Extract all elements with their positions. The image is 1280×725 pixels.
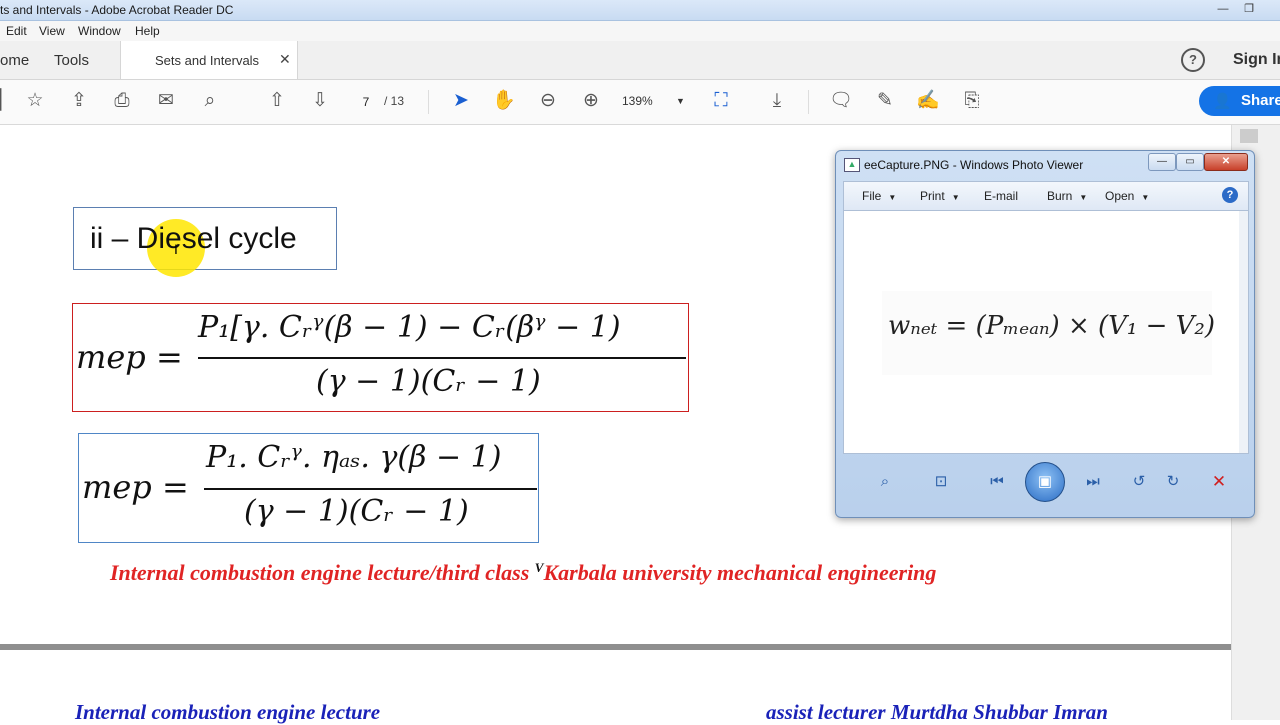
actual-size-icon[interactable]: ⊡: [929, 471, 953, 493]
tab-tools[interactable]: Tools: [54, 52, 89, 69]
next-page-title: Internal combustion engine lecture: [75, 700, 381, 724]
highlight-pen-icon[interactable]: ✎: [872, 88, 898, 114]
scroll-mode-icon[interactable]: ⤓: [764, 88, 790, 114]
zoom-icon[interactable]: ⌕: [873, 471, 897, 493]
tab-document[interactable]: Sets and Intervals ✕: [120, 41, 298, 79]
menu-edit[interactable]: Edit: [6, 24, 27, 38]
photo-scrollbar[interactable]: [1239, 211, 1248, 453]
photo-viewer-menu-bar: File ▼ Print ▼ E-mail Burn ▼ Open ▼ ?: [843, 181, 1249, 211]
rotate-right-icon[interactable]: ↻: [1161, 471, 1185, 493]
text-cursor-icon: I: [174, 241, 178, 257]
window-title: ts and Intervals - Adobe Acrobat Reader …: [0, 3, 234, 17]
toolbar-separator: [428, 90, 429, 114]
equation2-numerator: P₁. Cᵣᵞ. ηₐₛ. γ(β − 1): [206, 440, 502, 475]
equation2-lhs: mep =: [82, 468, 189, 506]
slideshow-icon[interactable]: ▣: [1025, 462, 1065, 502]
title-bar: ts and Intervals - Adobe Acrobat Reader …: [0, 0, 1280, 21]
print-icon[interactable]: ⎙: [109, 88, 135, 114]
equation1-numerator: P₁[γ. Cᵣᵞ(β − 1) − Cᵣ(βᵞ − 1): [198, 310, 621, 345]
photo-viewer-close-button[interactable]: ✕: [1204, 153, 1248, 171]
photo-viewer-controls: ⌕ ⊡ ⏮ ▣ ⏭ ↺ ↻ ✕: [843, 457, 1247, 507]
tab-bar: ome Tools Sets and Intervals ✕ ? Sign In: [0, 41, 1280, 80]
next-page-icon[interactable]: ⇩: [307, 88, 333, 114]
handwritten-equation: wₙₑₜ = (Pₘₑₐₙ) × (V₁ − V₂): [888, 311, 1215, 341]
footer-course-line: Internal combustion engine lecture/third…: [110, 560, 936, 586]
zoom-in-icon[interactable]: ⊕: [578, 88, 604, 114]
pv-menu-print-label: Print: [920, 189, 945, 203]
photo-viewer-app-icon: ▲: [844, 158, 860, 172]
section-heading: ii – Diesel cycle: [90, 222, 297, 255]
previous-page-icon[interactable]: ⇧: [264, 88, 290, 114]
pv-menu-file-label: File: [862, 189, 882, 203]
page-separator: [0, 644, 1231, 650]
tab-document-label: Sets and Intervals: [155, 53, 260, 68]
pv-menu-print[interactable]: Print ▼: [920, 189, 960, 203]
sidebar-toggle-icon[interactable]: ▏: [0, 88, 20, 114]
sign-icon[interactable]: ✍: [915, 88, 941, 114]
chevron-down-icon: ▼: [1079, 193, 1088, 202]
mail-icon[interactable]: ✉: [153, 88, 179, 114]
zoom-out-icon[interactable]: ⊖: [535, 88, 561, 114]
equation1-fraction-bar: [198, 357, 686, 359]
footer-course-left: Internal combustion engine lecture/third…: [110, 560, 530, 585]
pv-menu-open-label: Open: [1105, 189, 1135, 203]
bookmark-star-icon[interactable]: ☆: [22, 88, 48, 114]
restore-button[interactable]: ❐: [1240, 1, 1258, 17]
fit-page-icon[interactable]: ⛶: [708, 88, 734, 114]
pv-menu-burn[interactable]: Burn ▼: [1047, 189, 1087, 203]
footer-course-right: Karbala university mechanical engineerin…: [543, 560, 937, 585]
toolbar: ▏ ☆ ⇪ ⎙ ✉ ⌕ ⇧ ⇩ / 13 ➤ ✋ ⊖ ⊕ 139% ▼ ⛶ ⤓ …: [0, 80, 1280, 125]
pv-menu-email[interactable]: E-mail: [984, 189, 1018, 203]
hand-tool-icon[interactable]: ✋: [491, 88, 517, 114]
equation1-lhs: mep =: [76, 338, 183, 376]
stamp-icon[interactable]: ⎘: [959, 88, 985, 114]
menu-help[interactable]: Help: [135, 24, 160, 38]
minimize-button[interactable]: —: [1214, 1, 1232, 17]
photo-viewer-minimize-button[interactable]: —: [1148, 153, 1176, 171]
page-total: / 13: [384, 94, 405, 108]
equation1-denominator: (γ − 1)(Cᵣ − 1): [316, 364, 541, 399]
share-label: Share: [1241, 92, 1280, 109]
help-icon[interactable]: ?: [1181, 48, 1205, 72]
chevron-down-icon: ▼: [1141, 193, 1150, 202]
select-cursor-icon[interactable]: ➤: [448, 88, 474, 114]
pv-menu-open[interactable]: Open ▼: [1105, 189, 1149, 203]
scrollbar-thumb[interactable]: [1240, 129, 1258, 143]
chevron-down-icon: ▼: [676, 96, 685, 106]
pv-help-icon[interactable]: ?: [1222, 187, 1238, 203]
search-icon[interactable]: ⌕: [197, 88, 223, 114]
tab-home[interactable]: ome: [0, 52, 29, 69]
next-page-author: assist lecturer Murtdha Shubbar Imran: [766, 700, 1108, 724]
upload-icon[interactable]: ⇪: [66, 88, 92, 114]
sign-in-link[interactable]: Sign In: [1233, 51, 1280, 69]
page-number-input[interactable]: [349, 90, 383, 114]
menu-bar: Edit View Window Help: [0, 21, 1280, 41]
equation2-denominator: (γ − 1)(Cᵣ − 1): [244, 494, 469, 529]
rotate-left-icon[interactable]: ↺: [1127, 471, 1151, 493]
photo-viewer-window[interactable]: ▲ eeCapture.PNG - Windows Photo Viewer —…: [835, 150, 1255, 518]
photo-viewer-title: eeCapture.PNG - Windows Photo Viewer: [864, 158, 1084, 172]
zoom-dropdown[interactable]: 139% ▼: [622, 90, 692, 112]
next-image-icon[interactable]: ⏭: [1081, 471, 1105, 493]
captured-image: wₙₑₜ = (Pₘₑₐₙ) × (V₁ − V₂): [882, 291, 1215, 375]
equation2-fraction-bar: [204, 488, 537, 490]
share-button[interactable]: 👤 Share: [1199, 86, 1280, 116]
toolbar-separator: [808, 90, 809, 114]
menu-view[interactable]: View: [39, 24, 65, 38]
zoom-value: 139%: [622, 94, 653, 108]
photo-canvas: wₙₑₜ = (Pₘₑₐₙ) × (V₁ − V₂): [843, 210, 1249, 454]
chevron-down-icon: ▼: [888, 193, 897, 202]
pv-menu-burn-label: Burn: [1047, 189, 1073, 203]
comment-icon[interactable]: 🗨: [828, 88, 854, 114]
photo-viewer-maximize-button[interactable]: ▭: [1176, 153, 1204, 171]
pv-menu-file[interactable]: File ▼: [862, 189, 896, 203]
close-tab-icon[interactable]: ✕: [279, 51, 291, 68]
add-user-icon: 👤: [1213, 93, 1232, 110]
delete-icon[interactable]: ✕: [1207, 471, 1231, 493]
previous-image-icon[interactable]: ⏮: [985, 471, 1009, 493]
chevron-down-icon: ▼: [951, 193, 960, 202]
menu-window[interactable]: Window: [78, 24, 121, 38]
